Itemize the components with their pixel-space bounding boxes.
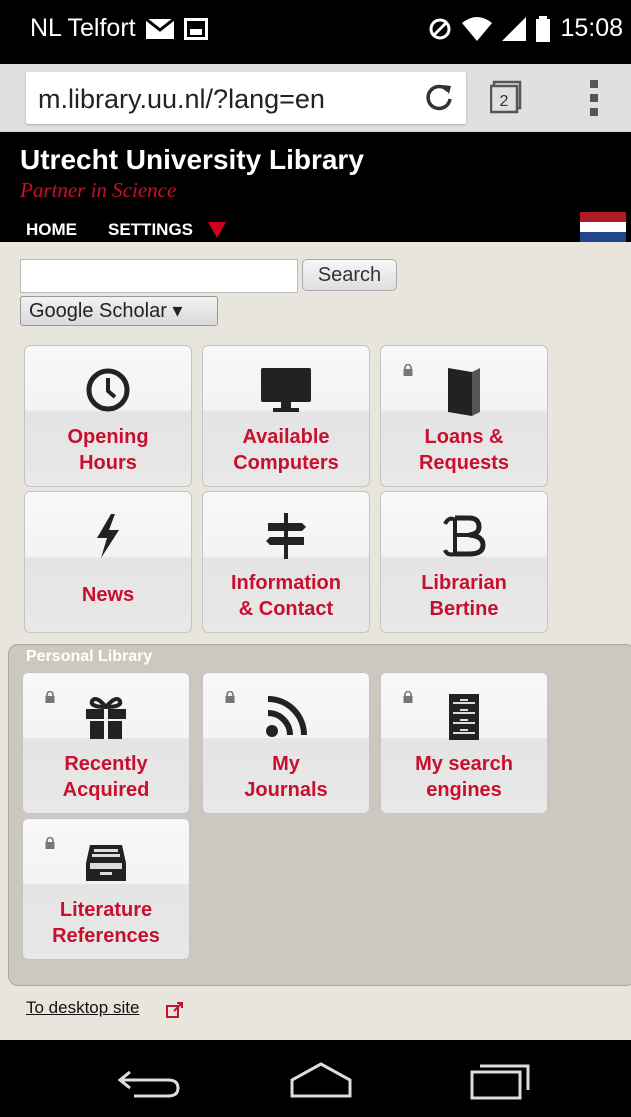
- tile-label: Acquired: [62, 779, 150, 801]
- url-bar[interactable]: m.library.uu.nl/?lang=en: [26, 72, 466, 124]
- tile-label: Available: [242, 426, 330, 448]
- cabinet-icon: [449, 694, 479, 740]
- rss-icon: [266, 696, 307, 737]
- tile-available-computers[interactable]: Available Computers: [202, 345, 370, 487]
- site-title[interactable]: Utrecht University Library: [20, 144, 364, 176]
- site-tagline: Partner in Science: [20, 178, 177, 202]
- tile-label: News: [81, 584, 135, 606]
- bertine-logo-icon: [443, 515, 486, 557]
- tile-label: Computers: [233, 452, 339, 474]
- tile-label: Loans &: [424, 426, 504, 448]
- book-icon: [448, 368, 480, 416]
- tile-label: Information: [231, 572, 341, 594]
- browser-toolbar: m.library.uu.nl/?lang=en 2: [0, 64, 631, 132]
- tile-label: My: [272, 753, 300, 775]
- tile-my-search-engines[interactable]: My search engines: [380, 672, 548, 814]
- tile-label: Recently: [64, 753, 148, 775]
- tile-literature-references[interactable]: Literature References: [22, 818, 190, 960]
- wifi-icon: [462, 16, 493, 41]
- nav-home-link[interactable]: HOME: [26, 220, 77, 240]
- status-bar: NL Telfort 15:08: [0, 0, 631, 64]
- signpost-icon: [266, 513, 306, 559]
- search-input[interactable]: [20, 259, 298, 293]
- tile-label: & Contact: [238, 598, 334, 620]
- tile-label: Librarian: [421, 572, 507, 594]
- mail-icon: [145, 18, 174, 39]
- do-not-disturb-icon: [429, 18, 451, 39]
- nav-settings-link[interactable]: SETTINGS: [108, 220, 193, 240]
- monitor-icon: [261, 368, 311, 412]
- search-engine-select[interactable]: Google Scholar ▾: [20, 296, 218, 326]
- carrier-name: NL Telfort: [30, 14, 136, 42]
- external-link-icon[interactable]: [166, 1001, 184, 1019]
- site-header: Utrecht University Library Partner in Sc…: [0, 132, 631, 242]
- overflow-menu-icon[interactable]: [584, 78, 604, 118]
- android-nav-bar: [0, 1040, 631, 1117]
- tile-label: Bertine: [429, 598, 499, 620]
- clock-icon: [86, 368, 130, 412]
- tile-label: Literature: [59, 899, 153, 921]
- search-button[interactable]: Search: [302, 259, 397, 291]
- gift-icon: [86, 697, 126, 739]
- tile-label: engines: [426, 779, 502, 801]
- tile-label: Opening: [67, 426, 149, 448]
- recent-apps-icon[interactable]: [466, 1058, 536, 1102]
- signal-icon: [502, 16, 527, 41]
- tile-news[interactable]: News: [24, 491, 192, 633]
- tile-label: References: [52, 925, 160, 947]
- tile-label: Requests: [418, 452, 510, 474]
- home-icon[interactable]: [286, 1058, 356, 1102]
- tile-recently-acquired[interactable]: Recently Acquired: [22, 672, 190, 814]
- reload-icon[interactable]: [424, 82, 454, 112]
- personal-library-title: Personal Library: [26, 648, 153, 665]
- tile-librarian-bertine[interactable]: Librarian Bertine: [380, 491, 548, 633]
- tab-switcher-icon[interactable]: 2: [490, 80, 524, 114]
- url-text[interactable]: m.library.uu.nl/?lang=en: [38, 84, 325, 115]
- tile-label: Journals: [244, 779, 328, 801]
- lightning-icon: [97, 514, 119, 558]
- clock-time: 15:08: [560, 14, 623, 42]
- image-icon: [183, 17, 208, 40]
- tile-label: My search: [415, 753, 513, 775]
- dutch-flag-icon[interactable]: [580, 212, 626, 242]
- back-icon[interactable]: [114, 1058, 184, 1102]
- inbox-tray-icon: [86, 845, 126, 881]
- dropdown-triangle-icon[interactable]: [208, 222, 226, 238]
- tile-information-contact[interactable]: Information & Contact: [202, 491, 370, 633]
- tile-my-journals[interactable]: My Journals: [202, 672, 370, 814]
- tile-loans-requests[interactable]: Loans & Requests: [380, 345, 548, 487]
- svg-text:2: 2: [500, 93, 509, 110]
- tile-opening-hours[interactable]: Opening Hours: [24, 345, 192, 487]
- tile-label: Hours: [79, 452, 137, 474]
- desktop-site-link[interactable]: To desktop site: [26, 998, 139, 1018]
- battery-icon: [536, 15, 551, 42]
